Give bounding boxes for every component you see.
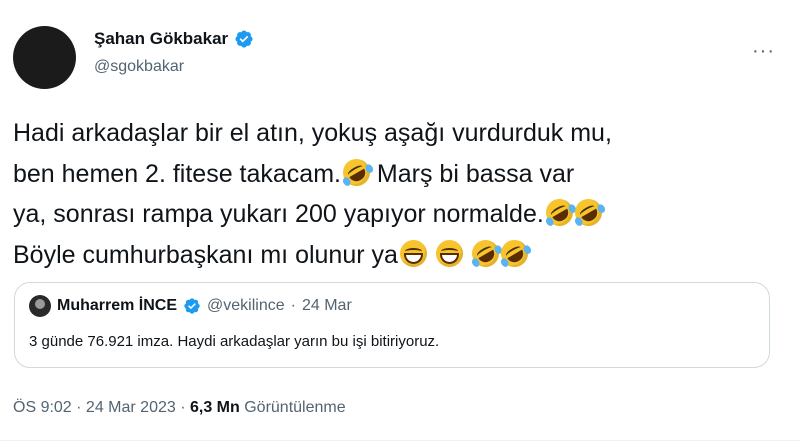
- tweet-line-3: ya, sonrası rampa yukarı 200 yapıyor nor…: [13, 200, 544, 228]
- views-label: Görüntülenme: [239, 399, 346, 416]
- verified-badge-icon: [184, 298, 200, 314]
- quoted-tweet-date[interactable]: 24 Mar: [302, 297, 352, 315]
- author-name-row: Şahan Gökbakar: [94, 29, 254, 49]
- meta-separator: ·: [71, 399, 86, 416]
- tweet-date[interactable]: 24 Mar 2023: [86, 399, 176, 416]
- tweet-text: Hadi arkadaşlar bir el atın, yokuş aşağı…: [13, 113, 788, 275]
- grinning-emoji-icon: [435, 239, 463, 267]
- views-count: 6,3 Mn: [189, 399, 240, 416]
- rofl-emoji-icon: [569, 194, 607, 231]
- divider: [0, 440, 800, 441]
- tweet-time[interactable]: ÖS 9:02: [13, 399, 72, 416]
- verified-badge-icon: [235, 30, 253, 48]
- meta-separator: ·: [175, 399, 190, 416]
- grinning-emoji-icon: [399, 239, 427, 267]
- quoted-author-avatar[interactable]: [29, 295, 51, 317]
- author-name[interactable]: Şahan Gökbakar: [94, 29, 228, 49]
- quoted-separator: ·: [290, 297, 296, 314]
- quoted-tweet-card[interactable]: Muharrem İNCE @vekilince · 24 Mar 3 günd…: [14, 282, 770, 368]
- tweet-line-1: Hadi arkadaşlar bir el atın, yokuş aşağı…: [13, 119, 612, 147]
- rofl-emoji-icon: [540, 194, 578, 231]
- quoted-tweet-header: Muharrem İNCE @vekilince · 24 Mar: [29, 295, 352, 317]
- more-options-icon[interactable]: ···: [752, 40, 775, 63]
- tweet-line-2b: Marş bi bassa var: [369, 159, 575, 188]
- author-avatar[interactable]: [13, 26, 76, 89]
- quoted-author-handle: @vekilince: [207, 297, 285, 314]
- tweet-line-4: Böyle cumhurbaşkanı mı olunur ya: [13, 240, 398, 269]
- tweet-meta: ÖS 9:02 · 24 Mar 2023 · 6,3 Mn Görüntüle…: [13, 399, 346, 417]
- tweet-line-2: ben hemen 2. fitese takacam.: [13, 159, 341, 188]
- rofl-emoji-icon: [495, 234, 533, 272]
- quoted-tweet-text: 3 günde 76.921 imza. Haydi arkadaşlar ya…: [29, 333, 440, 350]
- author-handle[interactable]: @sgokbakar: [94, 58, 184, 76]
- quoted-author-name[interactable]: Muharrem İNCE: [57, 297, 177, 315]
- rofl-emoji-icon: [466, 234, 504, 272]
